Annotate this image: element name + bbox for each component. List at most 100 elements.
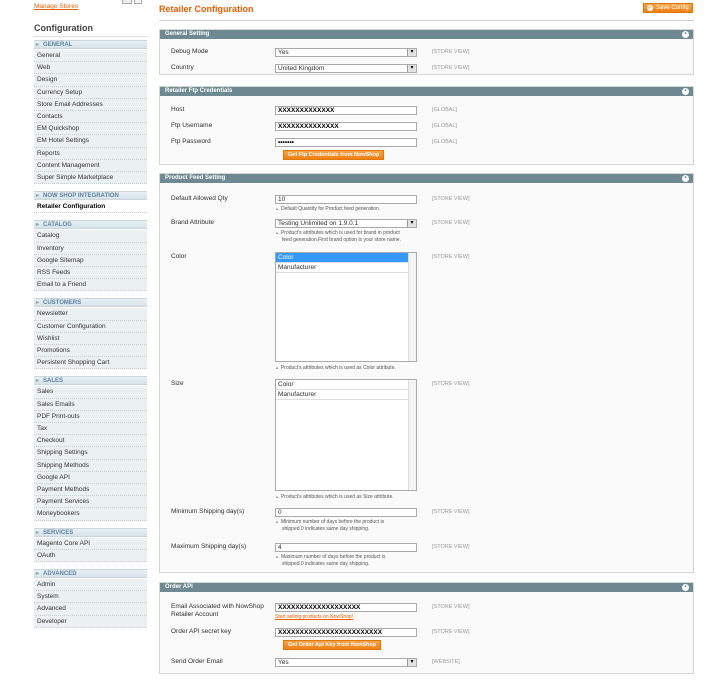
sidebar-item[interactable]: Checkout: [34, 435, 147, 448]
sidebar-item[interactable]: Design: [34, 74, 147, 87]
sidebar-item[interactable]: Content Management: [34, 159, 147, 172]
section-header[interactable]: Product Feed Setting •: [160, 174, 693, 183]
size-multiselect[interactable]: Color Manufacturer: [275, 379, 417, 491]
color-option[interactable]: Color: [276, 253, 416, 263]
scope-label: [STORE VIEW]: [432, 604, 470, 610]
sidebar-item[interactable]: EM Hotel Settings: [34, 135, 147, 148]
size-label: Size: [171, 380, 184, 387]
sidebar-item[interactable]: Magento Core API: [34, 537, 147, 550]
brand-attribute-label: Brand Attribute: [171, 219, 214, 226]
brand-attribute-select[interactable]: Testing Unlimited on 1.9.0.1: [275, 219, 417, 228]
size-note: Product's attributes which is used as Si…: [275, 493, 425, 501]
min-shipping-input[interactable]: 0: [275, 508, 417, 517]
sidebar-item[interactable]: Store Email Addresses: [34, 98, 147, 111]
sidebar-item[interactable]: Developer: [34, 615, 147, 628]
sidebar-item[interactable]: Promotions: [34, 345, 147, 358]
sidebar-item[interactable]: Catalog: [34, 230, 147, 243]
color-option[interactable]: Manufacturer: [276, 263, 416, 273]
sidebar-item[interactable]: Email to a Friend: [34, 279, 147, 292]
max-shipping-label: Maximum Shipping day(s): [171, 543, 247, 550]
api-key-input[interactable]: XXXXXXXXXXXXXXXXXXXXXXXX: [275, 628, 417, 637]
scrollbar[interactable]: [408, 380, 416, 490]
sidebar-item[interactable]: Sales: [34, 386, 147, 399]
default-qty-input[interactable]: 10: [275, 195, 417, 204]
min-shipping-note2: shipped.0 indicates same day shipping.: [282, 526, 370, 532]
nowshop-email-input[interactable]: XXXXXXXXXXXXXXXXXXX: [275, 603, 417, 612]
start-selling-link[interactable]: Start selling products on NowShop!: [275, 614, 353, 620]
sidebar-item[interactable]: Shipping Settings: [34, 447, 147, 460]
size-option[interactable]: Color: [276, 380, 416, 390]
sidebar-item[interactable]: Admin: [34, 579, 147, 592]
sidebar-item[interactable]: Google Sitemap: [34, 254, 147, 267]
get-ftp-credentials-button[interactable]: Get Ftp Credentials from NowShop: [283, 150, 385, 160]
sidebar-item[interactable]: Wishlist: [34, 332, 147, 345]
scope-label: [GLOBAL]: [432, 107, 458, 113]
sidebar-item[interactable]: Inventory: [34, 242, 147, 255]
sidebar-item[interactable]: Moneybookers: [34, 508, 147, 521]
sidebar-item[interactable]: OAuth: [34, 549, 147, 562]
sidebar-group-header[interactable]: SERVICES: [34, 527, 147, 537]
sidebar-group-header[interactable]: CATALOG: [34, 220, 147, 230]
sidebar-group-header[interactable]: SALES: [34, 376, 147, 386]
sidebar: Manage Stores Configuration GENERALGener…: [34, 0, 147, 680]
sidebar-group-header[interactable]: GENERAL: [34, 40, 147, 49]
section-header[interactable]: Retailer Ftp Credentials •: [160, 87, 693, 96]
sidebar-item[interactable]: Payment Services: [34, 496, 147, 509]
sidebar-item[interactable]: EM Quickshop: [34, 123, 147, 136]
sidebar-item[interactable]: Currency Setup: [34, 86, 147, 99]
get-order-api-key-button[interactable]: Get Order Api Key from NowShop: [283, 640, 382, 650]
section-header[interactable]: General Setting •: [160, 30, 693, 39]
collapse-icon[interactable]: •: [682, 584, 689, 591]
scope-label: [GLOBAL]: [432, 123, 458, 129]
sidebar-item[interactable]: Shipping Methods: [34, 459, 147, 472]
sidebar-item[interactable]: Super Simple Marketplace: [34, 172, 147, 185]
collapse-icon[interactable]: •: [682, 88, 689, 95]
sidebar-item[interactable]: Newsletter: [34, 308, 147, 321]
sidebar-group-header[interactable]: ADVANCED: [34, 569, 147, 578]
color-multiselect[interactable]: Color Manufacturer: [275, 252, 417, 362]
sidebar-item[interactable]: RSS Feeds: [34, 267, 147, 280]
sidebar-item[interactable]: General: [34, 50, 147, 63]
host-input[interactable]: XXXXXXXXXXXXX: [275, 106, 417, 115]
country-select[interactable]: United Kingdom: [275, 64, 417, 73]
ftp-password-input[interactable]: •••••••: [275, 138, 417, 147]
ftp-password-value: •••••••: [278, 139, 294, 146]
max-shipping-value: 4: [278, 544, 282, 551]
section-header[interactable]: Order API •: [160, 583, 693, 592]
debug-mode-select[interactable]: Yes: [275, 48, 417, 57]
save-config-button[interactable]: Save Config: [643, 3, 693, 13]
sidebar-item[interactable]: Sales Emails: [34, 398, 147, 411]
brand-attribute-value: Testing Unlimited on 1.9.0.1: [278, 220, 359, 227]
help-icon[interactable]: [134, 0, 142, 4]
sidebar-item[interactable]: Tax: [34, 423, 147, 436]
manage-stores-link[interactable]: Manage Stores: [34, 3, 78, 10]
scope-label: [STORE VIEW]: [432, 629, 470, 635]
sidebar-item[interactable]: Web: [34, 62, 147, 75]
sidebar-item[interactable]: PDF Print-outs: [34, 410, 147, 423]
ftp-credentials-section: Retailer Ftp Credentials • Host XXXXXXXXX…: [159, 86, 694, 165]
sidebar-item[interactable]: Reports: [34, 147, 147, 160]
size-option[interactable]: Manufacturer: [276, 390, 416, 400]
sidebar-item[interactable]: Advanced: [34, 603, 147, 616]
sidebar-item[interactable]: Customer Configuration: [34, 320, 147, 333]
collapse-icon[interactable]: •: [682, 31, 689, 38]
sidebar-group-header[interactable]: NOW SHOP INTEGRATION: [34, 191, 147, 201]
sidebar-item[interactable]: System: [34, 591, 147, 604]
store-scope-select[interactable]: [122, 0, 132, 4]
sidebar-item[interactable]: Retailer Configuration: [34, 201, 147, 214]
ftp-username-label: Ftp Username: [171, 122, 213, 129]
sidebar-group-header[interactable]: CUSTOMERS: [34, 298, 147, 308]
scope-label: [STORE VIEW]: [432, 49, 470, 55]
sidebar-item[interactable]: Payment Methods: [34, 484, 147, 497]
send-order-email-select[interactable]: Yes: [275, 658, 417, 667]
sidebar-item[interactable]: Contacts: [34, 111, 147, 124]
color-label: Color: [171, 253, 187, 260]
sidebar-item[interactable]: Persistent Shopping Cart: [34, 357, 147, 370]
scrollbar[interactable]: [408, 253, 416, 361]
collapse-icon[interactable]: •: [682, 175, 689, 182]
min-shipping-label: Minimum Shipping day(s): [171, 508, 245, 515]
country-label: Country: [171, 64, 194, 71]
ftp-username-input[interactable]: XXXXXXXXXXXXXX: [275, 122, 417, 131]
sidebar-item[interactable]: Google API: [34, 471, 147, 484]
max-shipping-input[interactable]: 4: [275, 543, 417, 552]
